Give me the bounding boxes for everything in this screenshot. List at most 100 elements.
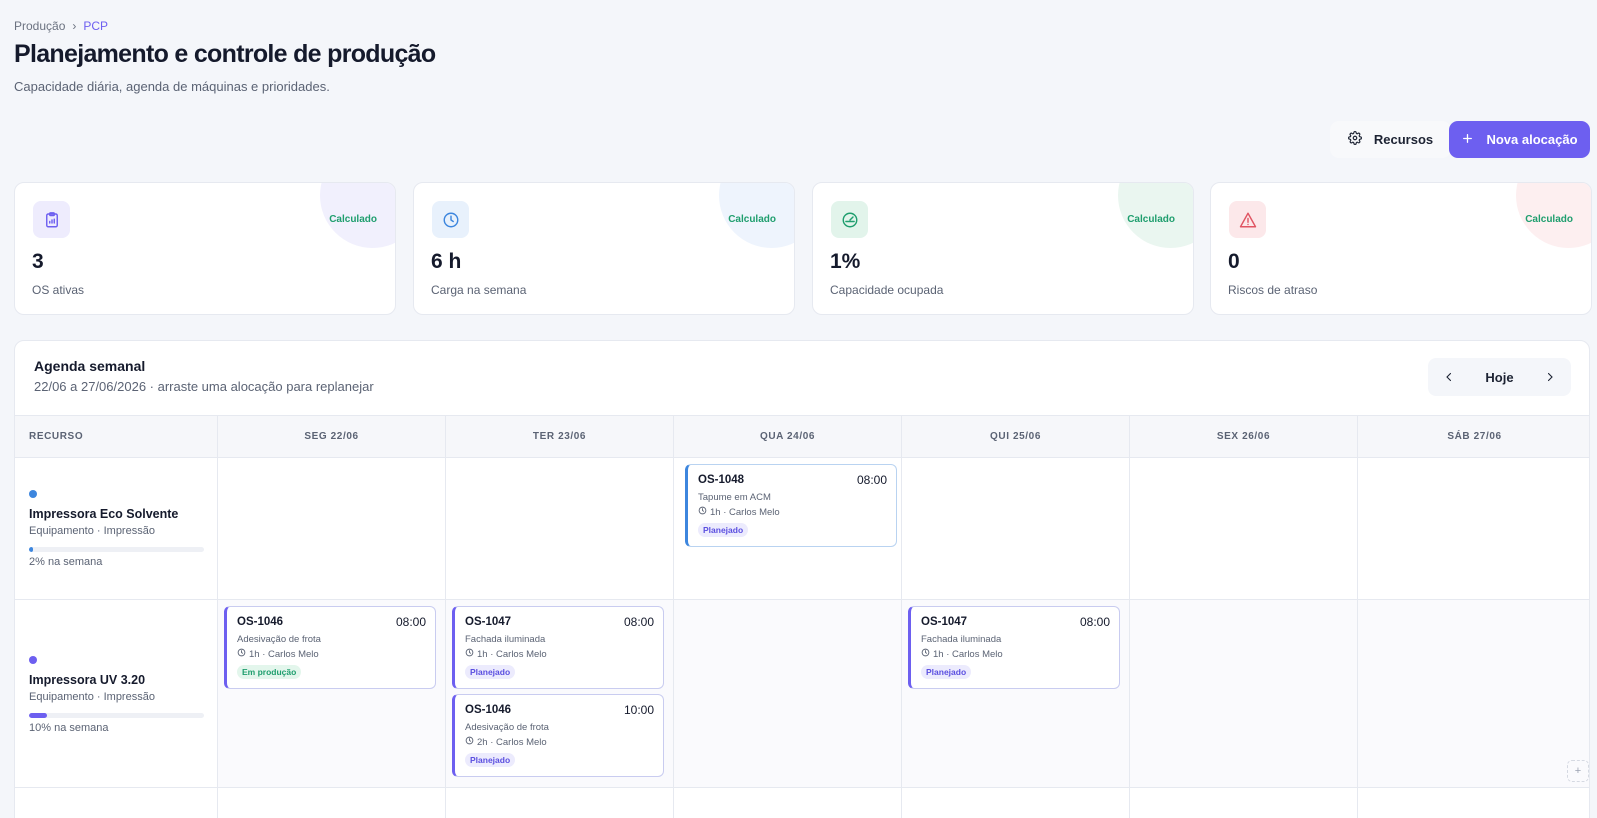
resource-name: Impressora UV 3.20 [29, 673, 146, 687]
kpi-value: 6 h [431, 250, 462, 273]
weekly-agenda: Agenda semanal 22/06 a 27/06/2026 · arra… [14, 340, 1590, 818]
day-slot[interactable] [1130, 600, 1358, 788]
kpi-tag: Calculado [1127, 214, 1175, 225]
resource-load-bar [29, 547, 204, 552]
column-header-day: QUA 24/06 [674, 415, 902, 458]
resource-status-dot [29, 656, 37, 664]
day-slot[interactable] [674, 600, 902, 788]
day-slot[interactable] [902, 458, 1130, 600]
new-allocation-button[interactable]: Nova alocação [1449, 121, 1590, 158]
column-header-day: SÁB 27/06 [1358, 415, 1589, 458]
day-slot[interactable] [218, 788, 446, 818]
resource-cell [15, 788, 218, 818]
kpi-tag: Calculado [329, 214, 377, 225]
breadcrumb-root[interactable]: Produção [14, 19, 65, 33]
day-slot[interactable] [1358, 458, 1589, 600]
resource-type: Equipamento · Impressão [29, 691, 155, 703]
clock-icon [465, 648, 474, 660]
breadcrumb: Produção › PCP [14, 19, 108, 33]
card-description: Tapume em ACM [698, 492, 771, 503]
card-os-number: OS-1047 [465, 616, 512, 628]
column-header-resource: RECURSO [15, 415, 218, 458]
allocation-card[interactable]: OS-1046 10:00 Adesivação de frota 2h · Ca… [452, 694, 664, 777]
resource-cell: Impressora UV 3.20 Equipamento · Impress… [15, 600, 218, 788]
page-title: Planejamento e controle de produção [14, 40, 436, 68]
card-time: 08:00 [395, 615, 426, 629]
column-header-day: TER 23/06 [446, 415, 674, 458]
card-description: Adesivação de frota [465, 722, 549, 733]
agenda-grid: RECURSO SEG 22/06 TER 23/06 QUA 24/06 QU… [15, 415, 1589, 818]
allocation-card[interactable]: OS-1047 08:00 Fachada iluminada 1h · Carl… [908, 606, 1120, 689]
kpi-card-weekly-load: Calculado 6 h Carga na semana [413, 182, 795, 315]
today-button[interactable]: Hoje [1485, 370, 1513, 385]
plus-icon [1461, 132, 1474, 148]
add-allocation-button[interactable]: + [1567, 760, 1589, 782]
card-time: 08:00 [1079, 615, 1110, 629]
status-badge: Planejado [465, 753, 516, 767]
kpi-value: 3 [32, 250, 44, 273]
clock-icon [465, 736, 474, 748]
card-time: 10:00 [623, 703, 654, 717]
status-badge: Em produção [237, 665, 302, 679]
warning-icon [1229, 201, 1266, 238]
resource-name: Impressora Eco Solvente [29, 507, 179, 521]
gauge-icon [831, 201, 868, 238]
clock-icon [237, 648, 246, 660]
column-header-day: SEG 22/06 [218, 415, 446, 458]
resource-load-bar [29, 713, 204, 718]
column-header-day: SEX 26/06 [1130, 415, 1358, 458]
card-os-number: OS-1047 [921, 616, 968, 628]
gear-icon [1347, 131, 1362, 148]
day-slot[interactable] [1358, 788, 1589, 818]
card-meta: 1h · Carlos Melo [477, 648, 547, 660]
allocation-card[interactable]: OS-1047 08:00 Fachada iluminada 1h · Carl… [452, 606, 664, 689]
card-meta: 1h · Carlos Melo [710, 506, 780, 518]
chevron-left-icon[interactable] [1440, 368, 1458, 386]
resource-status-dot [29, 490, 37, 498]
allocation-card[interactable]: OS-1048 08:00 Tapume em ACM 1h · Carlos M… [685, 464, 897, 547]
kpi-card-capacity: Calculado 1% Capacidade ocupada [812, 182, 1194, 315]
card-os-number: OS-1046 [237, 616, 284, 628]
clock-icon [698, 506, 707, 518]
chevron-right-icon[interactable] [1541, 368, 1559, 386]
allocation-card[interactable]: OS-1046 08:00 Adesivação de frota 1h · Ca… [224, 606, 436, 689]
page-subtitle: Capacidade diária, agenda de máquinas e … [14, 79, 330, 94]
day-slot[interactable] [446, 458, 674, 600]
week-navigation: Hoje [1428, 358, 1571, 396]
kpi-value: 0 [1228, 250, 1240, 273]
card-meta: 2h · Carlos Melo [477, 736, 547, 748]
agenda-title: Agenda semanal [34, 358, 146, 374]
day-slot[interactable] [446, 788, 674, 818]
card-meta: 1h · Carlos Melo [933, 648, 1003, 660]
status-badge: Planejado [698, 523, 749, 537]
status-badge: Planejado [921, 665, 972, 679]
resources-button[interactable]: Recursos [1330, 121, 1451, 158]
kpi-tag: Calculado [1525, 214, 1573, 225]
breadcrumb-separator: › [72, 19, 77, 33]
card-time: 08:00 [856, 473, 887, 487]
resource-load-label: 2% na semana [29, 556, 103, 568]
resource-cell: Impressora Eco Solvente Equipamento · Im… [15, 458, 218, 600]
column-header-day: QUI 25/06 [902, 415, 1130, 458]
day-slot[interactable] [674, 788, 902, 818]
day-slot[interactable] [218, 458, 446, 600]
day-slot[interactable] [902, 788, 1130, 818]
kpi-card-active-os: Calculado 3 OS ativas [14, 182, 396, 315]
resource-eco-solvente: Impressora Eco Solvente Equipamento · Im… [29, 490, 204, 568]
clipboard-icon [33, 201, 70, 238]
kpi-label: Carga na semana [431, 283, 527, 297]
kpi-card-delay-risk: Calculado 0 Riscos de atraso [1210, 182, 1592, 315]
resource-load-label: 10% na semana [29, 722, 109, 734]
resources-label: Recursos [1373, 132, 1434, 147]
kpi-label: OS ativas [32, 283, 85, 297]
day-slot[interactable] [1358, 600, 1589, 788]
kpi-value: 1% [830, 250, 861, 273]
day-slot[interactable] [1130, 458, 1358, 600]
card-os-number: OS-1048 [698, 474, 745, 486]
breadcrumb-current[interactable]: PCP [83, 19, 108, 33]
clock-icon [921, 648, 930, 660]
card-meta: 1h · Carlos Melo [249, 648, 319, 660]
agenda-subtitle: 22/06 a 27/06/2026 · arraste uma alocaçã… [34, 379, 374, 394]
day-slot[interactable] [1130, 788, 1358, 818]
resource-type: Equipamento · Impressão [29, 525, 155, 537]
